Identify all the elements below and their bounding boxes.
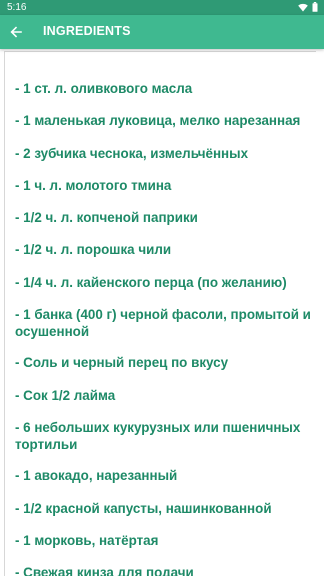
ingredient-item: - 2 зубчика чеснока, измельчённых	[15, 146, 249, 161]
ingredient-item: - 1 маленькая луковица, мелко нарезанная	[15, 113, 301, 128]
ingredient-item: - Свежая кинза для подачи	[15, 565, 194, 576]
battery-icon	[312, 2, 318, 12]
ingredient-item: - 1 ст. л. оливкового масла	[15, 81, 193, 96]
ingredient-item: - 1 ч. л. молотого тмина	[15, 178, 172, 193]
ingredient-item: - 1 банка (400 г) черной фасоли, промыто…	[15, 307, 311, 339]
ingredient-item: - 1 морковь, натёртая	[15, 533, 159, 548]
ingredient-item: - 1/2 ч. л. копченой паприки	[15, 210, 198, 225]
ingredient-item: - 1/4 ч. л. кайенского перца (по желанию…	[15, 275, 287, 290]
wifi-icon	[298, 3, 308, 11]
ingredient-item: - 1/2 красной капусты, нашинкованной	[15, 501, 272, 516]
ingredient-item: - Сок 1/2 лайма	[15, 388, 116, 403]
ingredient-item: - 1/2 ч. л. порошка чили	[15, 242, 172, 257]
page-title: INGREDIENTS	[43, 24, 131, 38]
back-button[interactable]	[6, 22, 26, 42]
ingredients-scroll-area[interactable]: - 1 ст. л. оливкового масла - 1 маленька…	[0, 49, 316, 576]
arrow-left-icon	[10, 26, 22, 38]
ingredient-item: - 1 авокадо, нарезанный	[15, 468, 178, 483]
ingredient-item: - 6 небольших кукурузных или пшеничных т…	[15, 420, 301, 452]
ingredients-panel: - 1 ст. л. оливкового масла - 1 маленька…	[4, 51, 316, 576]
status-time: 5:16	[7, 2, 27, 13]
status-icons	[298, 2, 318, 12]
ingredient-item: - Соль и черный перец по вкусу	[15, 355, 229, 370]
app-bar: INGREDIENTS	[0, 15, 324, 49]
status-bar: 5:16	[0, 0, 324, 15]
